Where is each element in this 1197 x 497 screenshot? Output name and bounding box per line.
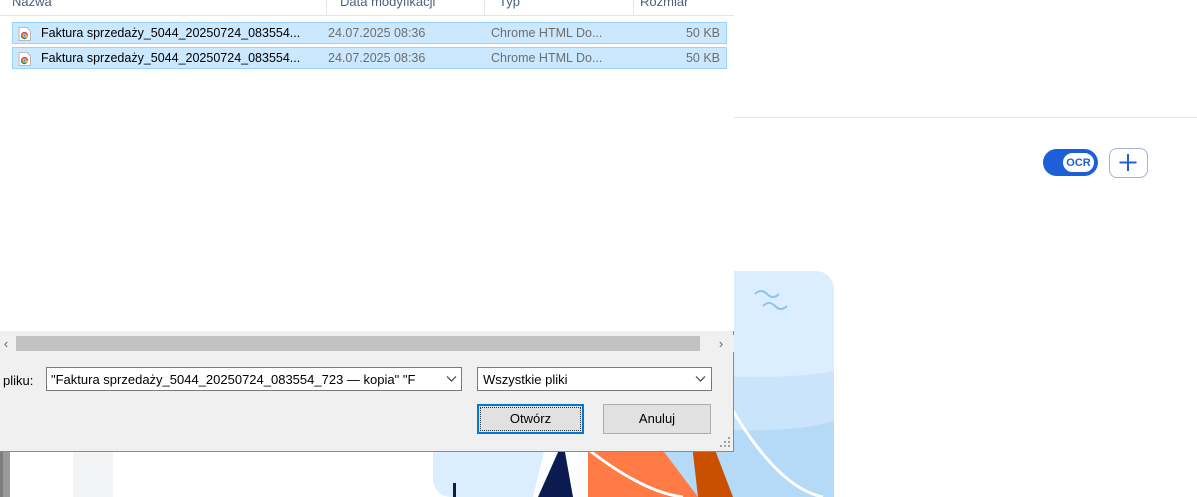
focus-outline [480,407,581,431]
file-size: 50 KB [685,51,720,65]
cancel-button[interactable]: Anuluj [603,404,711,434]
file-row[interactable]: Faktura sprzedaży_5044_20250724_083554..… [12,47,727,69]
file-size: 50 KB [685,26,720,40]
file-name: Faktura sprzedaży_5044_20250724_083554..… [41,26,301,40]
chrome-html-file-icon [18,52,31,66]
column-name-header[interactable]: Nazwa [12,0,52,9]
file-type: Chrome HTML Do... [491,51,603,65]
file-type-filter-value: Wszystkie pliki [483,372,568,387]
file-open-dialog: Nazwa Data modyfikacji Typ Rozmiar Faktu… [0,0,734,452]
column-separator[interactable] [326,0,327,15]
column-headers: Nazwa Data modyfikacji Typ Rozmiar [0,0,734,16]
add-button[interactable] [1109,148,1148,178]
header-divider [734,117,1197,118]
file-name: Faktura sprzedaży_5044_20250724_083554..… [41,51,301,65]
column-separator[interactable] [484,0,485,15]
column-separator[interactable] [633,0,634,15]
open-button[interactable]: Otwórz [477,404,584,434]
ocr-toggle[interactable]: OCR [1043,149,1098,176]
chevron-down-icon[interactable] [446,375,457,383]
cancel-button-label: Anuluj [638,411,676,426]
ocr-toggle-label: OCR [1062,152,1095,173]
plus-icon [1119,154,1137,171]
column-modified-header[interactable]: Data modyfikacji [340,0,435,9]
column-size-header[interactable]: Rozmiar [640,0,688,9]
scroll-left-icon[interactable]: ‹ [0,335,12,352]
filename-input[interactable] [47,368,441,390]
horizontal-scrollbar[interactable]: ‹ › [0,335,734,352]
file-modified: 24.07.2025 08:36 [328,26,426,40]
column-type-header[interactable]: Typ [499,0,520,9]
left-edge-bar [0,452,10,497]
file-modified: 24.07.2025 08:36 [328,51,426,65]
scrollbar-thumb[interactable] [16,336,700,351]
chevron-down-icon[interactable] [695,375,706,383]
chrome-html-file-icon [18,27,31,41]
resize-grip-icon[interactable] [719,436,731,448]
file-row[interactable]: Faktura sprzedaży_5044_20250724_083554..… [12,22,727,44]
file-list[interactable]: Nazwa Data modyfikacji Typ Rozmiar Faktu… [0,0,734,331]
scroll-right-icon[interactable]: › [714,335,728,352]
filename-combobox[interactable] [46,367,462,391]
file-type: Chrome HTML Do... [491,26,603,40]
filename-label: pliku: [3,373,34,388]
file-type-filter[interactable]: Wszystkie pliki [477,367,712,391]
